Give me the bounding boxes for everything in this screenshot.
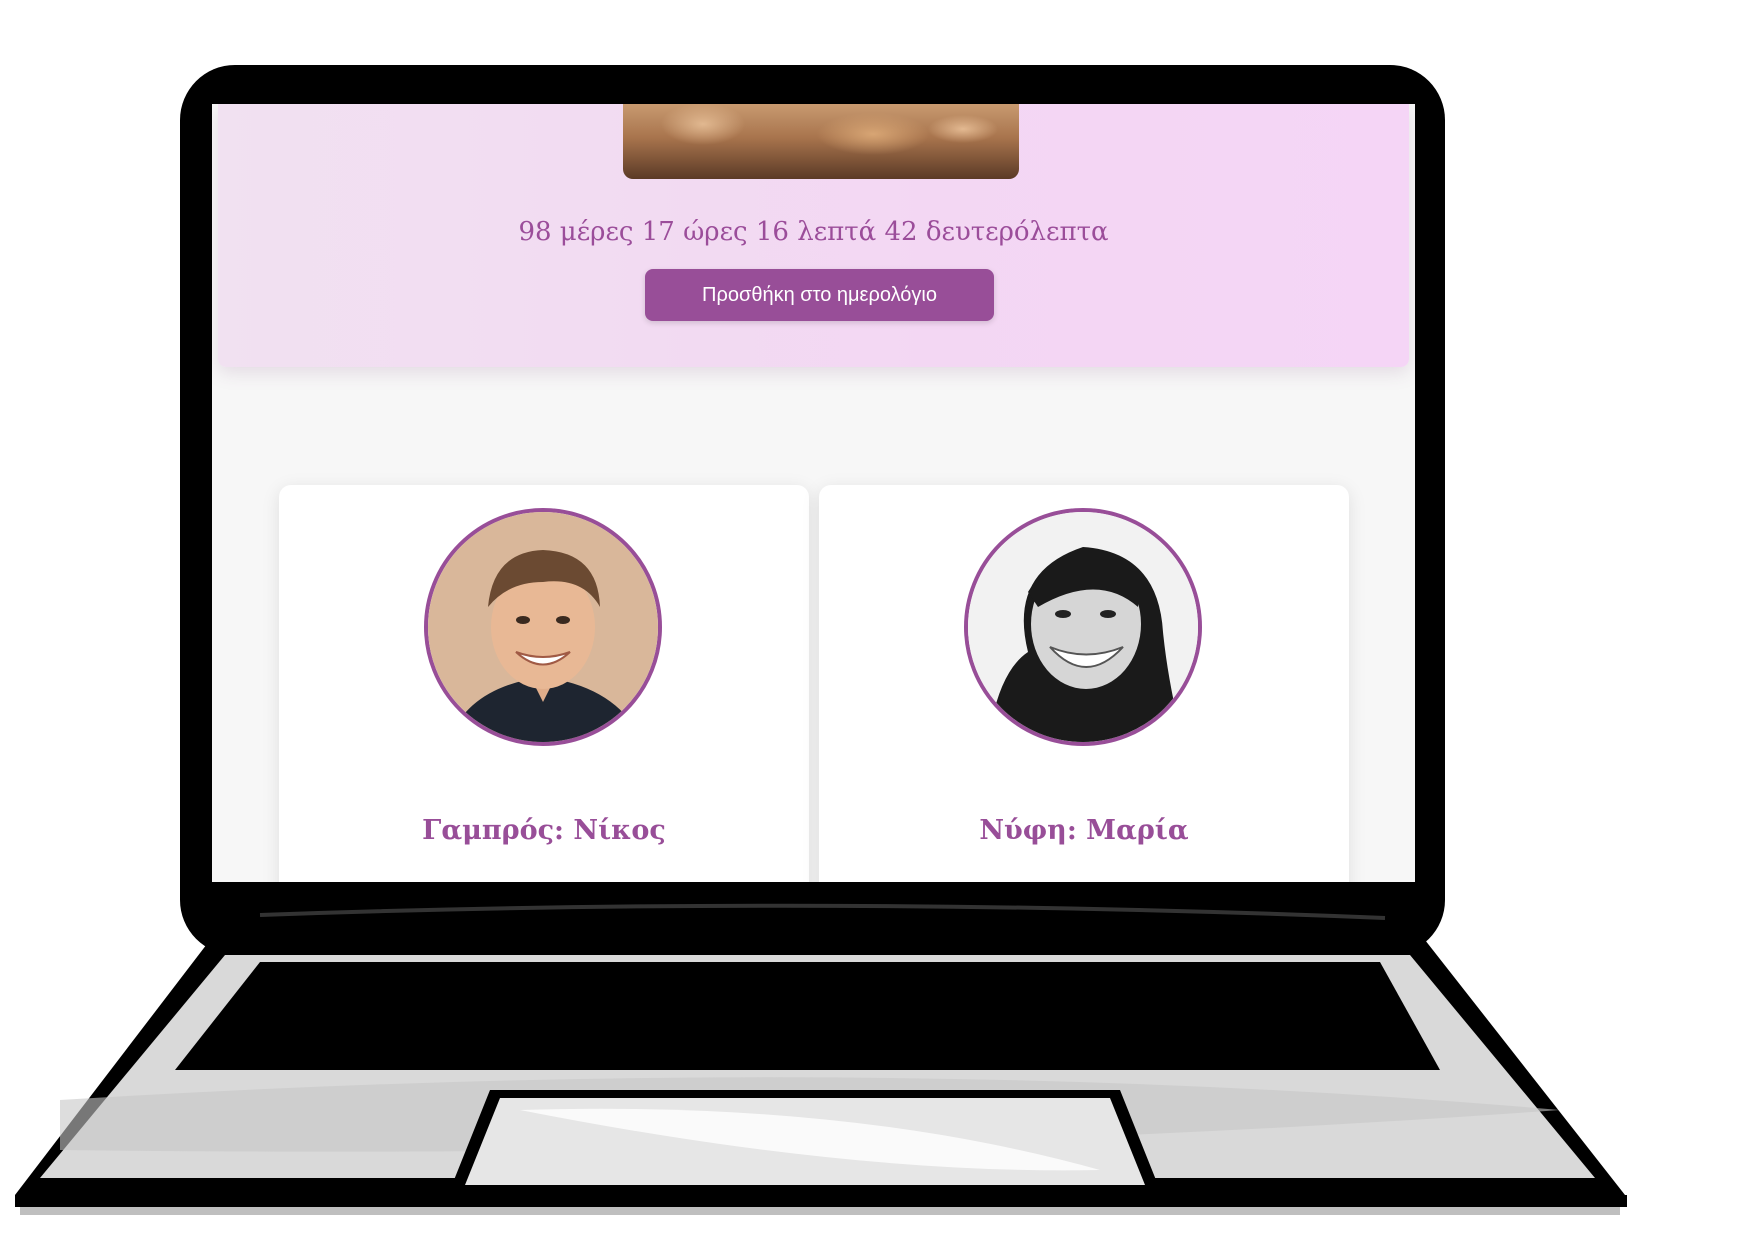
add-to-calendar-button[interactable]: Προσθήκη στο ημερολόγιο: [645, 269, 994, 321]
groom-card: Γαμπρός: Νίκος: [279, 485, 809, 882]
groom-avatar: [424, 508, 662, 746]
browser-viewport: 98 μέρες 17 ώρες 16 λεπτά 42 δευτερόλεπτ…: [212, 104, 1415, 882]
countdown-hero-section: 98 μέρες 17 ώρες 16 λεπτά 42 δευτερόλεπτ…: [218, 104, 1409, 367]
bride-card: Νύφη: Μαρία: [819, 485, 1349, 882]
bride-name-heading: Νύφη: Μαρία: [979, 815, 1189, 846]
groom-name-heading: Γαμπρός: Νίκος: [422, 815, 666, 846]
hero-photo: [623, 104, 1019, 179]
bride-avatar: [964, 508, 1202, 746]
countdown-timer: 98 μέρες 17 ώρες 16 λεπτά 42 δευτερόλεπτ…: [518, 217, 1109, 247]
